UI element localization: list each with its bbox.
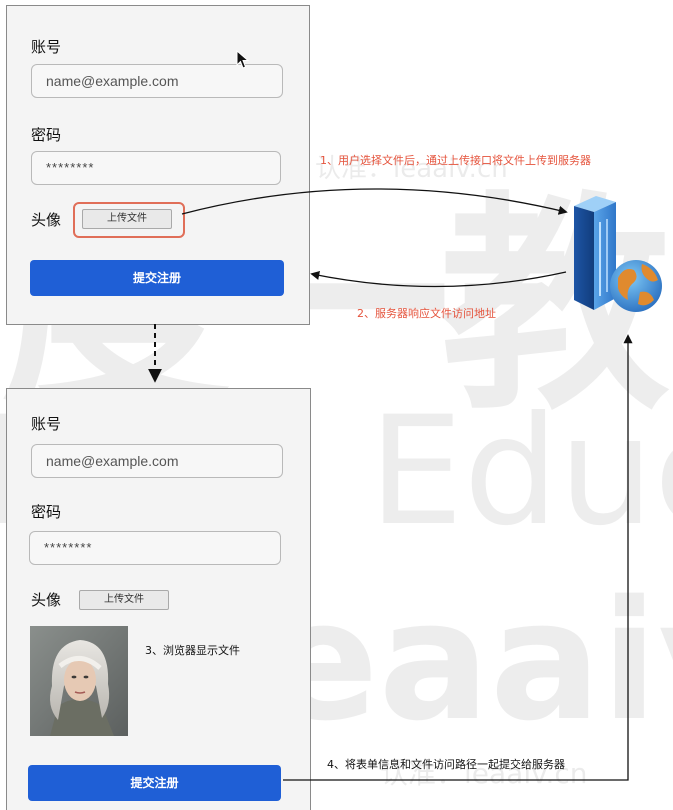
flow-arrows — [148, 188, 633, 781]
mouse-cursor-icon — [236, 50, 250, 69]
arrow-upload-to-server — [181, 188, 568, 215]
arrow-submit-to-server — [283, 334, 633, 781]
arrow-server-response — [310, 270, 567, 288]
